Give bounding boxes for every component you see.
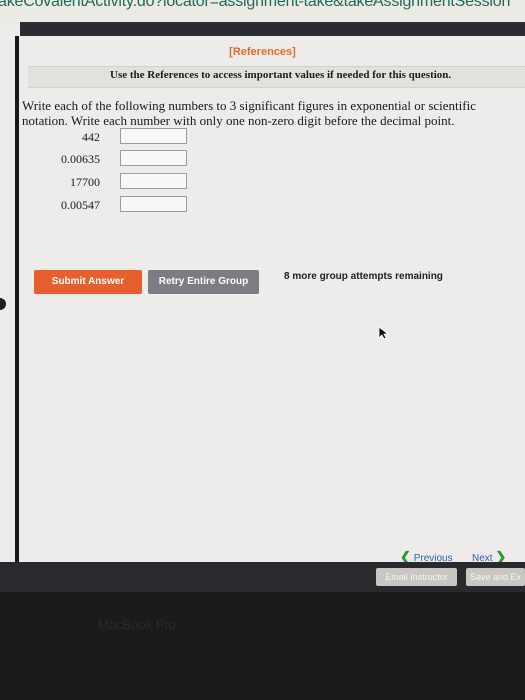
question-number: 17700 <box>70 175 100 189</box>
references-link[interactable]: [References] <box>0 46 525 58</box>
device-bezel-label: MacBook Pro <box>98 617 177 632</box>
answer-input-4[interactable] <box>120 196 187 212</box>
submit-answer-button[interactable]: Submit Answer <box>34 270 142 294</box>
question-number: 442 <box>82 130 100 144</box>
url-text: akeCovalentActivity.do?locator=assignmen… <box>0 0 511 10</box>
question-row: 442 <box>0 128 525 148</box>
save-and-exit-button[interactable]: Save and Ex <box>466 568 525 586</box>
top-header-bar <box>20 22 525 36</box>
retry-entire-group-button[interactable]: Retry Entire Group <box>148 270 259 294</box>
browser-address-bar[interactable]: akeCovalentActivity.do?locator=assignmen… <box>0 0 525 22</box>
answer-input-1[interactable] <box>120 128 187 144</box>
attempts-remaining-text: 8 more group attempts remaining <box>284 271 443 282</box>
question-number: 0.00547 <box>61 198 100 212</box>
mouse-pointer-icon <box>378 326 390 340</box>
left-border-rule <box>15 36 19 564</box>
question-instructions: Write each of the following numbers to 3… <box>22 98 476 128</box>
answer-input-2[interactable] <box>120 150 187 166</box>
question-row: 0.00547 <box>0 196 525 216</box>
answer-input-3[interactable] <box>120 173 187 189</box>
references-note: Use the References to access important v… <box>110 69 452 81</box>
assignment-page: [References] Use the References to acces… <box>0 22 525 564</box>
question-number: 0.00635 <box>61 152 100 166</box>
email-instructor-button[interactable]: Email Instructor <box>376 568 457 586</box>
references-link-label[interactable]: [References] <box>229 46 296 58</box>
question-row: 17700 <box>0 173 525 193</box>
question-row: 0.00635 <box>0 150 525 170</box>
